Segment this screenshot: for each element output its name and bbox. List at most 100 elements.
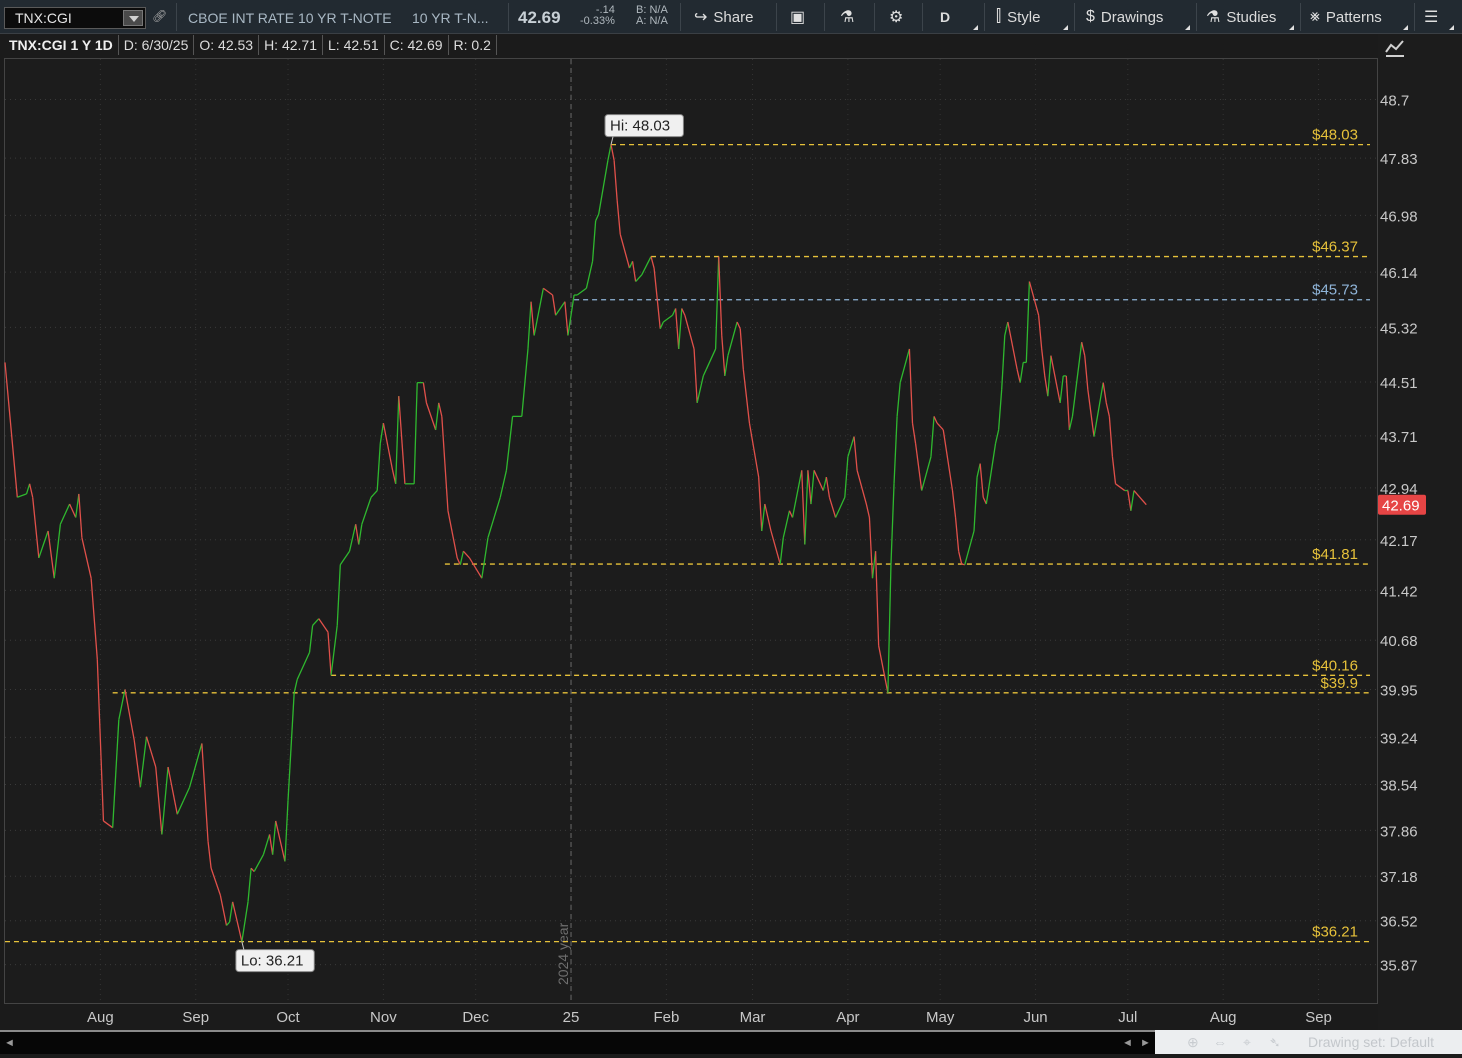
price-line-segment <box>979 463 984 498</box>
price-line-segment <box>1093 382 1104 437</box>
year-divider-label: 2024 year <box>555 922 571 985</box>
price-line-segment <box>822 476 827 491</box>
price-line-segment <box>551 294 557 316</box>
price-line-segment <box>801 470 806 545</box>
price-line-segment <box>210 867 221 896</box>
price-line-segment <box>739 328 744 370</box>
price-line-segment <box>610 144 615 161</box>
scroll-right-icon[interactable]: ► <box>1140 1037 1151 1049</box>
price-line-segment <box>1133 490 1147 506</box>
x-tick-label: May <box>926 1009 955 1026</box>
price-line-segment <box>782 510 791 538</box>
price-level-label: $36.21 <box>1312 924 1358 941</box>
price-line-segment <box>25 483 31 495</box>
price-line-segment <box>1025 281 1031 363</box>
time-scrollbar[interactable]: ◄ ◄ ► <box>0 1030 1155 1054</box>
price-line-segment <box>262 834 271 855</box>
price-line-segment <box>275 820 286 862</box>
price-line-segment <box>576 287 587 296</box>
price-line-segment <box>721 335 726 376</box>
price-line-segment <box>78 493 83 538</box>
x-tick-label: Jun <box>1023 1009 1047 1026</box>
price-line-segment <box>17 493 27 498</box>
price-line-segment <box>145 736 157 768</box>
price-line-segment <box>714 256 720 349</box>
price-line-segment <box>530 301 535 336</box>
y-tick-label: 35.87 <box>1380 958 1418 975</box>
price-line-segment <box>914 443 923 491</box>
price-line-segment <box>718 256 723 336</box>
crosshair-icon[interactable]: ⌖ <box>1243 1034 1251 1051</box>
price-line-segment <box>47 530 55 579</box>
price-line-segment <box>247 868 252 902</box>
price-line-segment <box>650 256 655 269</box>
price-line-segment <box>994 429 1000 444</box>
x-tick-label: Aug <box>87 1009 114 1026</box>
y-tick-label: 47.83 <box>1380 151 1418 168</box>
zoom-icon[interactable]: ⊕ <box>1187 1034 1199 1051</box>
scroll-right-icon[interactable]: ◄ <box>1122 1037 1133 1049</box>
price-line-segment <box>422 382 428 403</box>
price-line-segment <box>591 220 597 262</box>
price-line-segment <box>985 443 997 505</box>
price-line-segment <box>81 537 92 579</box>
price-line-segment <box>167 766 178 815</box>
price-line-segment <box>844 456 849 498</box>
price-line-segment <box>358 524 363 545</box>
price-line-segment <box>619 234 631 269</box>
price-line-segment <box>308 625 314 653</box>
price-line-segment <box>398 396 406 484</box>
price-line-segment <box>118 689 126 720</box>
price-line-segment <box>874 551 880 646</box>
price-line-segment <box>878 645 889 693</box>
price-line-segment <box>1127 490 1132 511</box>
price-line-segment <box>973 477 978 532</box>
price-line-segment <box>207 841 212 869</box>
price-line-segment <box>595 213 600 222</box>
price-line-segment <box>447 510 458 559</box>
price-line-segment <box>379 423 385 444</box>
high-callout-label: Hi: 48.03 <box>610 118 670 135</box>
price-line-segment <box>462 550 470 559</box>
price-line-segment <box>804 470 809 545</box>
price-line-segment <box>533 288 544 336</box>
y-tick-label: 39.95 <box>1380 682 1418 699</box>
price-line-segment <box>1108 416 1114 457</box>
price-line-segment <box>942 429 954 491</box>
price-line-segment <box>1041 348 1046 376</box>
x-tick-label: Sep <box>1305 1009 1332 1026</box>
scroll-left-icon[interactable]: ◄ <box>4 1037 15 1049</box>
price-line-segment <box>1065 375 1071 430</box>
cursor-icon[interactable]: ➴ <box>1269 1034 1281 1051</box>
price-line-segment <box>958 551 963 565</box>
drawing-set-label[interactable]: Drawing set: Default <box>1308 1034 1434 1050</box>
pan-icon[interactable]: ⇔ <box>1213 1034 1227 1050</box>
price-line-segment <box>681 308 686 316</box>
x-tick-label: Sep <box>182 1009 209 1026</box>
price-line-segment <box>201 743 209 842</box>
high-callout-pointer <box>610 136 614 145</box>
price-line-segment <box>1111 456 1117 484</box>
price-line-segment <box>413 382 418 484</box>
price-line-segment <box>896 382 901 417</box>
price-line-segment <box>133 739 141 788</box>
price-line-segment <box>32 497 40 559</box>
price-line-segment <box>1059 375 1064 403</box>
price-line-segment <box>865 503 871 518</box>
x-tick-label: Dec <box>462 1009 489 1026</box>
last-price-badge-label: 42.69 <box>1382 498 1420 515</box>
price-line-segment <box>226 921 231 926</box>
price-line-segment <box>911 423 917 444</box>
price-line-segment <box>921 456 932 491</box>
price-line-segment <box>951 490 957 518</box>
price-line-segment <box>1084 355 1089 390</box>
x-tick-label: 25 <box>563 1009 580 1026</box>
price-line-segment <box>1050 355 1061 404</box>
price-line-segment <box>887 564 892 693</box>
price-line-segment <box>284 800 289 862</box>
price-line-segment <box>631 261 637 282</box>
price-line-segment <box>834 497 846 518</box>
y-tick-label: 42.17 <box>1380 533 1418 550</box>
price-line-segment <box>893 416 898 484</box>
x-tick-label: Aug <box>1210 1009 1237 1026</box>
